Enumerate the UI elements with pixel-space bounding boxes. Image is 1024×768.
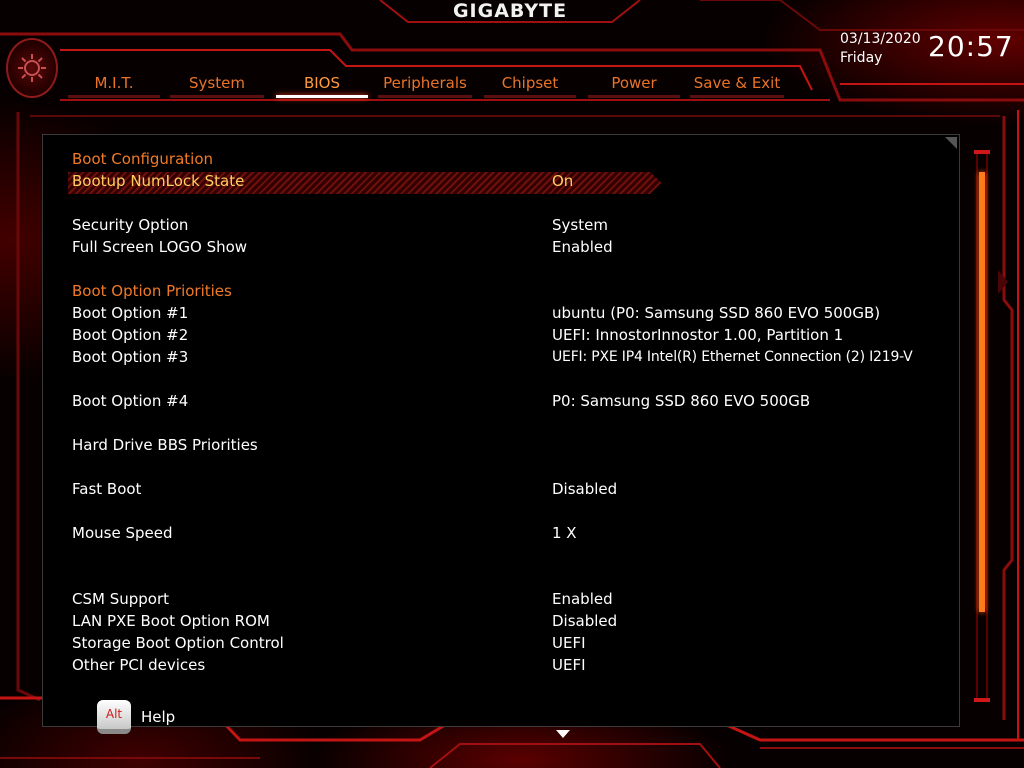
setting-value: UEFI: InnostorInnostor 1.00, Partition 1 <box>552 326 844 344</box>
section-title: Boot Option Priorities <box>72 282 232 300</box>
triangle-down-icon[interactable] <box>556 730 570 738</box>
tab-underline <box>588 95 680 98</box>
gigabyte-logo: GIGABYTE <box>452 0 568 22</box>
setting-mouse-speed[interactable]: Mouse Speed 1 X <box>72 522 962 544</box>
tab-label: BIOS <box>303 74 341 92</box>
bios-screen: GIGABYTE M.I.T. System BIOS Peripherals … <box>0 0 1024 768</box>
setting-boot-option-3[interactable]: Boot Option #3 UEFI: PXE IP4 Intel(R) Et… <box>72 346 962 368</box>
tab-peripherals[interactable]: Peripherals <box>378 72 472 98</box>
setting-value: On <box>552 172 574 190</box>
tab-label: M.I.T. <box>94 74 134 92</box>
tab-underline <box>690 95 784 98</box>
setting-boot-option-4[interactable]: Boot Option #4 P0: Samsung SSD 860 EVO 5… <box>72 390 962 412</box>
setting-label: CSM Support <box>72 590 170 608</box>
clock-display: 20:57 <box>928 30 1014 63</box>
setting-value: UEFI <box>552 634 586 652</box>
setting-value: P0: Samsung SSD 860 EVO 500GB <box>552 392 811 410</box>
tab-underline <box>484 95 576 98</box>
tab-underline <box>68 95 160 98</box>
setting-csm-support[interactable]: CSM Support Enabled <box>72 588 962 610</box>
setting-lan-pxe-rom[interactable]: LAN PXE Boot Option ROM Disabled <box>72 610 962 632</box>
scrollbar-cap-bottom <box>974 698 990 702</box>
setting-security-option[interactable]: Security Option System <box>72 214 962 236</box>
setting-fast-boot[interactable]: Fast Boot Disabled <box>72 478 962 500</box>
tab-mit[interactable]: M.I.T. <box>68 72 160 98</box>
setting-label: Fast Boot <box>72 480 142 498</box>
tab-label: Chipset <box>501 74 559 92</box>
setting-label: Mouse Speed <box>72 524 173 542</box>
tab-bios[interactable]: BIOS <box>276 72 368 98</box>
tab-power[interactable]: Power <box>588 72 680 98</box>
gear-icon <box>6 38 58 98</box>
tab-label: System <box>189 74 245 92</box>
setting-storage-boot-control[interactable]: Storage Boot Option Control UEFI <box>72 632 962 654</box>
setting-other-pci-devices[interactable]: Other PCI devices UEFI <box>72 654 962 676</box>
setting-label: Security Option <box>72 216 189 234</box>
tab-underline <box>276 95 368 98</box>
setting-boot-option-1[interactable]: Boot Option #1 ubuntu (P0: Samsung SSD 8… <box>72 302 962 324</box>
tab-label: Save & Exit <box>693 74 781 92</box>
help-label[interactable]: Help <box>141 708 175 726</box>
setting-label: Boot Option #1 <box>72 304 189 322</box>
setting-value: 1 X <box>552 524 577 542</box>
setting-full-screen-logo[interactable]: Full Screen LOGO Show Enabled <box>72 236 962 258</box>
setting-value: UEFI: PXE IP4 Intel(R) Ethernet Connecti… <box>552 349 913 365</box>
setting-label: Bootup NumLock State <box>72 172 245 190</box>
section-title: Boot Configuration <box>72 150 214 168</box>
tab-underline <box>378 95 472 98</box>
tab-label: Power <box>611 74 657 92</box>
setting-label: Hard Drive BBS Priorities <box>72 436 258 454</box>
chevron-right-icon <box>998 270 1008 294</box>
section-boot-option-priorities: Boot Option Priorities <box>72 280 962 302</box>
tab-label: Peripherals <box>383 74 467 92</box>
setting-value: ubuntu (P0: Samsung SSD 860 EVO 500GB) <box>552 304 881 322</box>
alt-key-icon[interactable]: Alt <box>97 700 131 734</box>
setting-value: Enabled <box>552 238 613 256</box>
tab-save-exit[interactable]: Save & Exit <box>690 72 784 98</box>
setting-label: Boot Option #3 <box>72 348 189 366</box>
date-text: 03/13/2020 <box>840 31 921 47</box>
day-text: Friday <box>840 50 883 66</box>
scrollbar-thumb[interactable] <box>979 172 985 612</box>
setting-bootup-numlock[interactable]: Bootup NumLock State On <box>72 170 962 192</box>
setting-value: Disabled <box>552 612 618 630</box>
setting-boot-option-2[interactable]: Boot Option #2 UEFI: InnostorInnostor 1.… <box>72 324 962 346</box>
tab-underline <box>170 95 264 98</box>
setting-label: Full Screen LOGO Show <box>72 238 248 256</box>
setting-label: Storage Boot Option Control <box>72 634 284 652</box>
tab-system[interactable]: System <box>170 72 264 98</box>
setting-label: Boot Option #4 <box>72 392 189 410</box>
setting-label: Boot Option #2 <box>72 326 189 344</box>
date-display: 03/13/2020 Friday <box>840 30 921 68</box>
setting-label: Other PCI devices <box>72 656 206 674</box>
setting-value: UEFI <box>552 656 586 674</box>
gear-glyph <box>18 54 46 82</box>
tab-chipset[interactable]: Chipset <box>484 72 576 98</box>
setting-value: Enabled <box>552 590 613 608</box>
setting-value: Disabled <box>552 480 618 498</box>
setting-hard-drive-bbs[interactable]: Hard Drive BBS Priorities <box>72 434 962 456</box>
section-boot-configuration: Boot Configuration <box>72 148 962 170</box>
scrollbar-cap-top <box>974 150 990 154</box>
setting-value: System <box>552 216 608 234</box>
setting-label: LAN PXE Boot Option ROM <box>72 612 270 630</box>
